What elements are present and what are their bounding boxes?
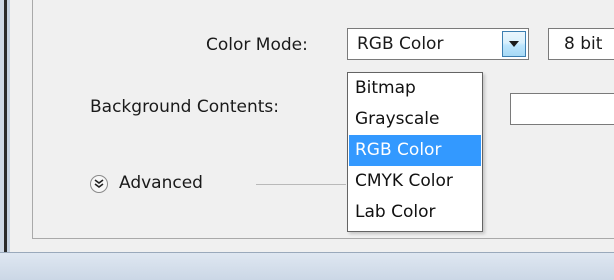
option-bitmap[interactable]: Bitmap (349, 73, 481, 104)
double-chevron-down-icon (94, 179, 104, 188)
window-left-edge (0, 0, 10, 279)
color-mode-select[interactable]: RGB Color (347, 28, 529, 60)
advanced-toggle-icon[interactable] (90, 175, 108, 193)
advanced-label[interactable]: Advanced (119, 173, 203, 193)
bit-depth-select[interactable]: 8 bit (548, 28, 614, 60)
option-grayscale[interactable]: Grayscale (349, 104, 481, 135)
color-mode-dropdown-button[interactable] (502, 31, 526, 57)
option-lab-color[interactable]: Lab Color (349, 197, 481, 228)
background-contents-select[interactable] (510, 93, 614, 125)
option-rgb-color[interactable]: RGB Color (349, 135, 481, 166)
color-mode-dropdown-list: Bitmap Grayscale RGB Color CMYK Color La… (347, 72, 483, 232)
option-cmyk-color[interactable]: CMYK Color (349, 166, 481, 197)
color-mode-label: Color Mode: (206, 35, 308, 55)
window-bottom-edge (0, 252, 614, 280)
background-contents-label: Background Contents: (90, 97, 280, 117)
advanced-divider (256, 184, 346, 185)
bit-depth-value: 8 bit (564, 34, 603, 54)
color-mode-value: RGB Color (357, 34, 444, 54)
chevron-down-icon (509, 41, 519, 47)
